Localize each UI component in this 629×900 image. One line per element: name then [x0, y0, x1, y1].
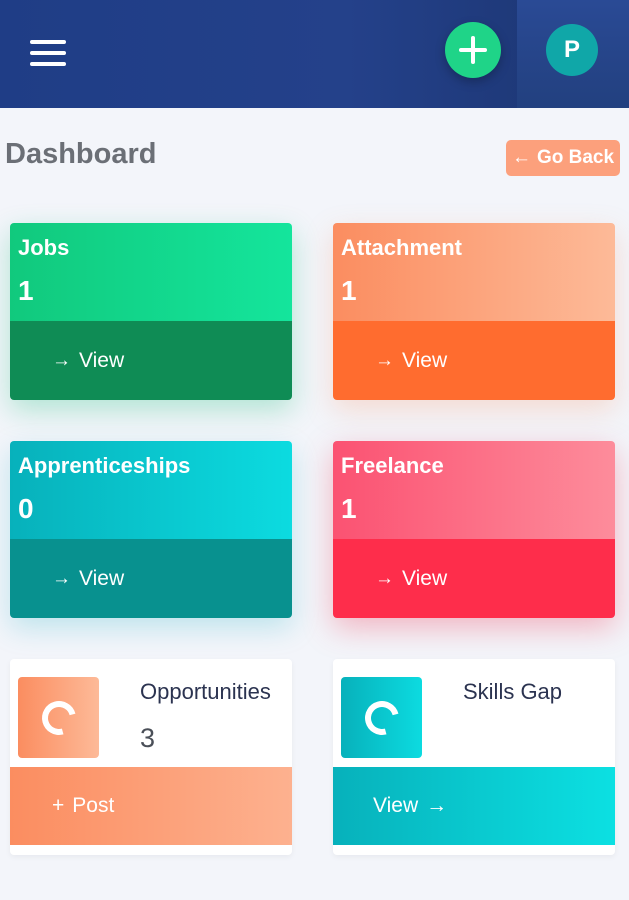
- freelance-card-title: Freelance: [341, 453, 444, 478]
- skills-gap-icon-box: [341, 677, 422, 758]
- arrow-right-icon: →: [52, 567, 71, 589]
- jobs-view-label: View: [79, 348, 125, 372]
- go-back-button[interactable]: ← Go Back: [506, 140, 620, 176]
- freelance-card-count: 1: [341, 493, 357, 524]
- skills-gap-view-button[interactable]: View →: [333, 767, 615, 845]
- attachment-card-header: Attachment 1: [333, 223, 615, 321]
- freelance-card: Freelance 1 → View: [333, 441, 615, 618]
- top-navbar: P: [0, 0, 629, 108]
- arrow-right-icon: →: [426, 794, 448, 817]
- attachment-card: Attachment 1 → View: [333, 223, 615, 400]
- plus-icon: +: [52, 794, 65, 817]
- attachment-card-count: 1: [341, 275, 357, 306]
- apprenticeships-card: Apprenticeships 0 → View: [10, 441, 292, 618]
- jobs-view-button[interactable]: → View: [10, 321, 292, 400]
- freelance-view-button[interactable]: → View: [333, 539, 615, 618]
- opportunities-icon-box: [18, 677, 99, 758]
- arrow-right-icon: →: [375, 567, 394, 589]
- opportunities-card: Opportunities 3 + Post: [10, 659, 292, 855]
- go-back-label: Go Back: [536, 147, 615, 168]
- skills-gap-title: Skills Gap: [463, 679, 563, 704]
- add-button[interactable]: [445, 22, 501, 78]
- apprenticeships-card-header: Apprenticeships 0: [10, 441, 292, 539]
- apprenticeships-card-count: 0: [18, 493, 34, 524]
- jobs-card-count: 1: [18, 275, 34, 306]
- apprenticeships-view-button[interactable]: → View: [10, 539, 292, 618]
- opportunities-title: Opportunities: [140, 679, 271, 704]
- post-label: Post: [72, 794, 115, 817]
- jobs-card-header: Jobs 1: [10, 223, 292, 321]
- jobs-card: Jobs 1 → View: [10, 223, 292, 400]
- donut-chart-icon: [358, 694, 405, 741]
- arrow-right-icon: →: [375, 349, 394, 371]
- hamburger-menu-icon[interactable]: [30, 40, 66, 66]
- user-avatar[interactable]: P: [546, 24, 598, 76]
- arrow-right-icon: →: [52, 349, 71, 371]
- apprenticeships-view-label: View: [79, 566, 125, 590]
- attachment-card-title: Attachment: [341, 235, 463, 260]
- skills-gap-card: Skills Gap View →: [333, 659, 615, 855]
- avatar-initial: P: [563, 36, 580, 63]
- opportunities-count: 3: [140, 723, 156, 753]
- attachment-view-label: View: [402, 348, 448, 372]
- skills-gap-view-label: View: [373, 794, 419, 817]
- freelance-card-header: Freelance 1: [333, 441, 615, 539]
- freelance-view-label: View: [402, 566, 448, 590]
- jobs-card-title: Jobs: [18, 235, 70, 260]
- apprenticeships-card-title: Apprenticeships: [18, 453, 191, 478]
- donut-chart-icon: [35, 694, 82, 741]
- plus-icon: [459, 36, 487, 64]
- page-title: Dashboard: [5, 138, 157, 170]
- post-button[interactable]: + Post: [10, 767, 292, 845]
- arrow-left-icon: ←: [511, 147, 531, 168]
- attachment-view-button[interactable]: → View: [333, 321, 615, 400]
